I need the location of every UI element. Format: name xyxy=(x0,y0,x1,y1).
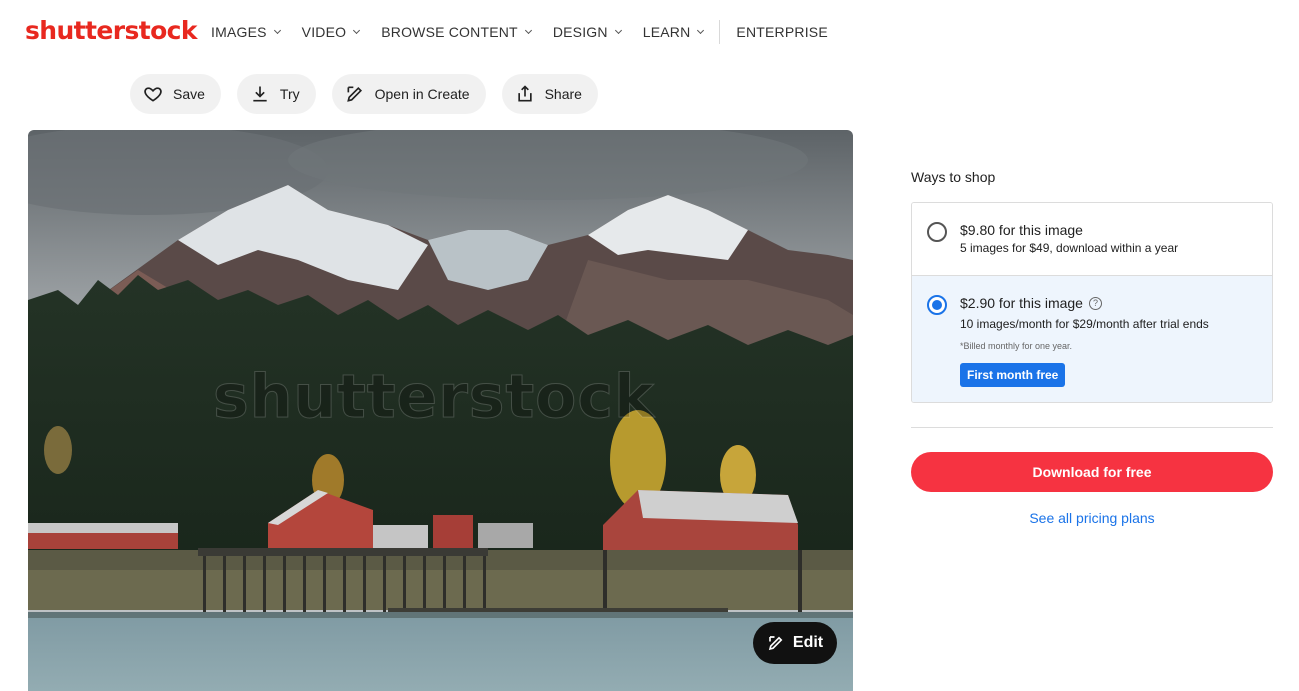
nav-label: ENTERPRISE xyxy=(736,24,828,40)
purchase-option-single[interactable]: $9.80 for this image 5 images for $49, d… xyxy=(912,203,1272,276)
nav-label: BROWSE CONTENT xyxy=(381,24,518,40)
main-nav: IMAGES VIDEO BROWSE CONTENT DESIGN LEARN… xyxy=(211,20,850,44)
chevron-down-icon xyxy=(353,26,361,35)
billing-note: *Billed monthly for one year. xyxy=(960,341,1073,351)
option-title-row: $2.90 for this image ? xyxy=(960,295,1102,311)
shutterstock-logo[interactable]: shutterstock xyxy=(25,15,198,47)
open-in-create-button[interactable]: Open in Create xyxy=(331,74,486,114)
nav-label: DESIGN xyxy=(552,24,608,40)
preview-image[interactable]: shutterstock Edit xyxy=(28,130,853,691)
image-actions: Save Try Open in Create Share xyxy=(130,74,614,114)
nav-video[interactable]: VIDEO xyxy=(301,24,361,40)
nav-enterprise[interactable]: ENTERPRISE xyxy=(736,24,827,40)
nav-browse-content[interactable]: BROWSE CONTENT xyxy=(381,24,532,40)
nav-label: IMAGES xyxy=(211,24,267,40)
chevron-down-icon xyxy=(614,26,622,35)
share-button[interactable]: Share xyxy=(501,74,598,114)
create-edit-icon xyxy=(346,86,362,102)
top-header: shutterstock IMAGES VIDEO BROWSE CONTENT… xyxy=(0,0,1299,64)
chevron-down-icon xyxy=(273,26,281,35)
nav-images[interactable]: IMAGES xyxy=(211,24,281,40)
option-title: $9.80 for this image xyxy=(960,222,1083,238)
option-subtitle: 10 images/month for $29/month after tria… xyxy=(960,317,1209,331)
nav-learn[interactable]: LEARN xyxy=(642,24,705,40)
option-title: $2.90 for this image xyxy=(960,295,1083,311)
purchase-option-subscription[interactable]: $2.90 for this image ? 10 images/month f… xyxy=(912,276,1272,402)
chevron-down-icon xyxy=(697,26,705,35)
edit-icon xyxy=(768,636,783,651)
download-icon xyxy=(253,86,267,102)
help-icon[interactable]: ? xyxy=(1088,296,1102,310)
watermark-text: shutterstock xyxy=(213,362,655,433)
radio-selected[interactable] xyxy=(927,295,947,315)
save-label: Save xyxy=(173,86,205,102)
radio-unselected[interactable] xyxy=(927,222,947,242)
edit-button[interactable]: Edit xyxy=(753,622,837,664)
share-icon xyxy=(517,85,532,102)
divider xyxy=(911,427,1273,428)
ways-to-shop-heading: Ways to shop xyxy=(911,169,996,185)
try-label: Try xyxy=(279,86,300,102)
nav-label: LEARN xyxy=(642,24,691,40)
heart-icon xyxy=(144,87,162,102)
save-button[interactable]: Save xyxy=(130,74,221,114)
chevron-down-icon xyxy=(524,26,532,35)
nav-design[interactable]: DESIGN xyxy=(552,24,622,40)
first-month-free-badge: First month free xyxy=(960,363,1066,387)
nav-divider xyxy=(719,20,721,44)
nav-label: VIDEO xyxy=(301,24,347,40)
option-subtitle: 5 images for $49, download within a year xyxy=(960,241,1179,255)
try-button[interactable]: Try xyxy=(236,74,316,114)
open-in-create-label: Open in Create xyxy=(374,86,470,102)
purchase-options: $9.80 for this image 5 images for $49, d… xyxy=(911,202,1273,403)
see-pricing-link[interactable]: See all pricing plans xyxy=(911,510,1273,526)
download-button[interactable]: Download for free xyxy=(911,452,1273,492)
share-label: Share xyxy=(544,86,582,102)
edit-label: Edit xyxy=(792,634,824,651)
